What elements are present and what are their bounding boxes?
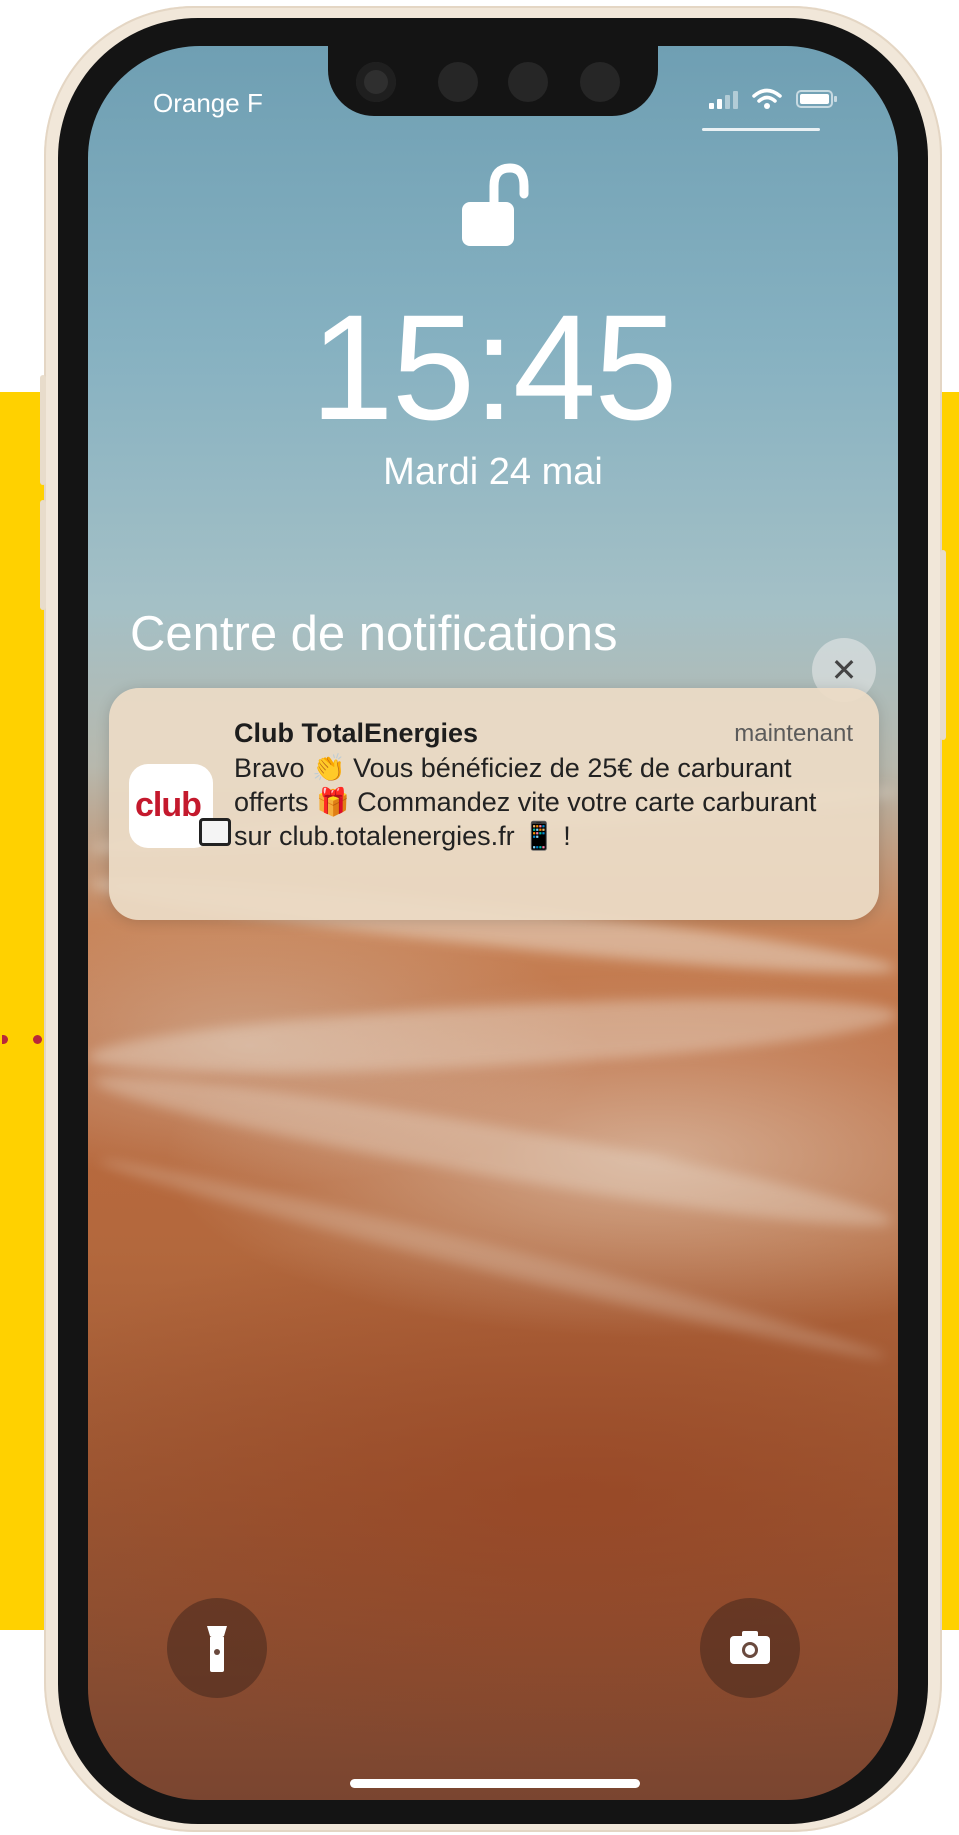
- flashlight-button[interactable]: [167, 1598, 267, 1698]
- wallpaper-stratum: [89, 1056, 897, 1246]
- battery-icon: [796, 90, 837, 108]
- app-icon-label: club: [135, 786, 202, 824]
- home-indicator[interactable]: [350, 1779, 640, 1788]
- unlocked-padlock-icon: [462, 163, 529, 246]
- lockscreen-date: Mardi 24 mai: [383, 451, 603, 493]
- wallpaper-stratum: [88, 984, 898, 1088]
- notification-app-name: Club TotalEnergies: [234, 718, 479, 748]
- lock-screen: Orange F 15:45 Mardi 24 mai Centre de no…: [88, 46, 898, 1800]
- notification-center-title: Centre de notifications: [130, 607, 618, 661]
- camera-lens: [356, 62, 396, 102]
- club-app-icon: club: [129, 764, 231, 848]
- card-badge-icon: [199, 818, 231, 846]
- camera-button[interactable]: [700, 1598, 800, 1698]
- camera-icon: [730, 1631, 770, 1664]
- signal-icon: [709, 89, 738, 109]
- lockscreen-time: 15:45: [310, 283, 677, 451]
- camera-notch: [328, 46, 658, 116]
- control-center-indicator: [702, 128, 820, 131]
- carrier-name: Orange F: [153, 88, 263, 118]
- notification-body: Bravo 👏 Vous bénéficiez de 25€ de carbur…: [234, 753, 817, 851]
- volume-up-button: [40, 375, 46, 485]
- notification-timestamp: maintenant: [734, 720, 853, 747]
- sensor: [580, 62, 620, 102]
- accent-dot: [33, 1035, 42, 1044]
- wifi-icon: [752, 88, 782, 109]
- status-icons: [709, 88, 838, 110]
- notification-card[interactable]: club Club TotalEnergies maintenant Bravo…: [109, 688, 879, 920]
- sensor: [438, 62, 478, 102]
- volume-down-button: [40, 500, 46, 610]
- power-button: [940, 550, 946, 740]
- flashlight-icon: [207, 1626, 227, 1672]
- sensor: [508, 62, 548, 102]
